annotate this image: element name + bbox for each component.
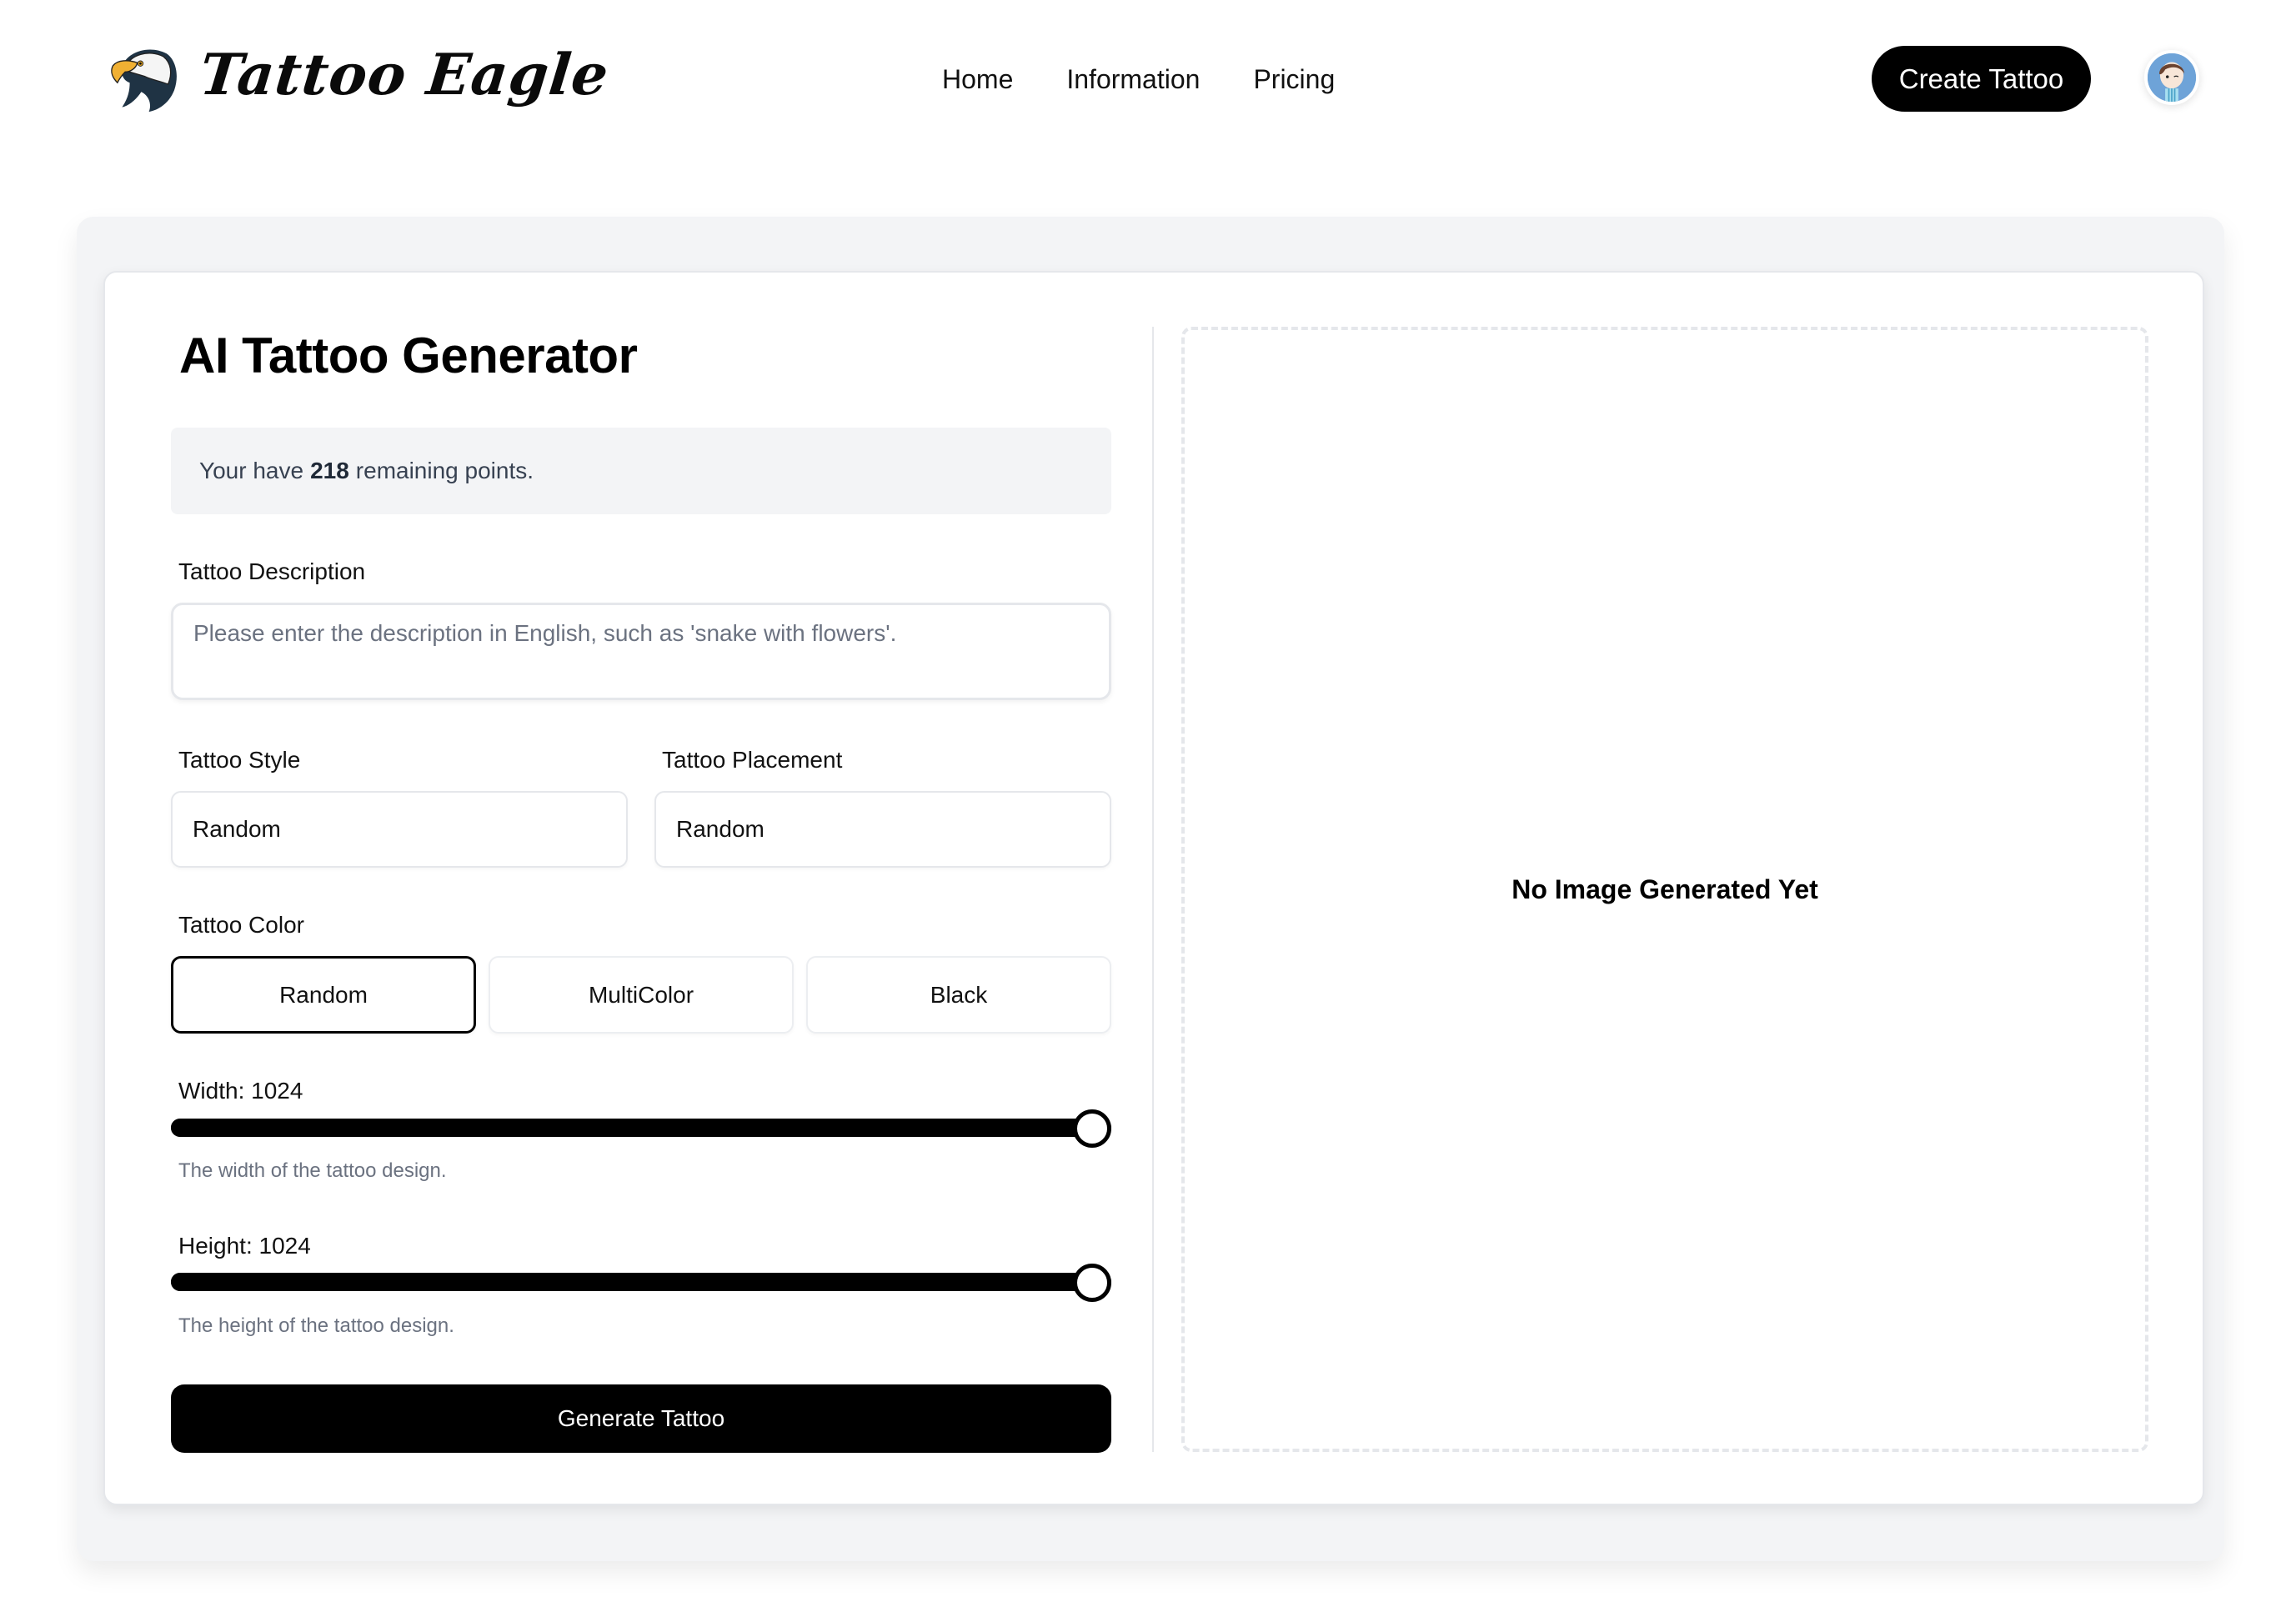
- points-prefix: Your have: [199, 458, 304, 483]
- width-slider-fill: [171, 1119, 1092, 1137]
- user-avatar[interactable]: [2144, 50, 2199, 105]
- width-hint: The width of the tattoo design.: [178, 1159, 447, 1182]
- brand-logo[interactable]: Tattoo Eagle: [107, 33, 613, 117]
- height-slider-thumb[interactable]: [1073, 1264, 1111, 1302]
- width-slider-thumb[interactable]: [1073, 1109, 1111, 1148]
- points-value: 218: [310, 458, 349, 483]
- width-slider[interactable]: [171, 1109, 1111, 1148]
- eagle-logo-icon: [111, 49, 177, 113]
- user-avatar-icon: [2148, 53, 2196, 102]
- points-banner: Your have 218 remaining points.: [171, 428, 1111, 514]
- panel-divider: [1152, 327, 1154, 1452]
- main-nav: Home Information Pricing: [942, 58, 1335, 100]
- description-label: Tattoo Description: [178, 558, 366, 584]
- nav-home[interactable]: Home: [942, 58, 1013, 100]
- style-select[interactable]: Random: [171, 791, 628, 868]
- generate-tattoo-button[interactable]: Generate Tattoo: [171, 1384, 1111, 1453]
- description-input[interactable]: [171, 603, 1111, 700]
- color-option-black[interactable]: Black: [806, 956, 1111, 1034]
- height-slider-fill: [171, 1273, 1092, 1291]
- empty-preview-text: No Image Generated Yet: [1511, 874, 1818, 904]
- height-hint: The height of the tattoo design.: [178, 1314, 454, 1337]
- nav-pricing[interactable]: Pricing: [1253, 58, 1335, 100]
- site-header: Tattoo Eagle Home Information Pricing Cr…: [0, 0, 2296, 158]
- brand-wordmark: Tattoo Eagle: [196, 42, 613, 108]
- image-preview-area: No Image Generated Yet: [1181, 327, 2148, 1452]
- width-label: Width: 1024: [178, 1078, 303, 1104]
- style-label: Tattoo Style: [178, 747, 301, 773]
- color-option-random[interactable]: Random: [171, 956, 476, 1034]
- placement-value: Random: [676, 816, 764, 842]
- page-title: AI Tattoo Generator: [179, 328, 638, 383]
- placement-label: Tattoo Placement: [662, 747, 843, 773]
- points-suffix: remaining points.: [355, 458, 534, 483]
- height-label: Height: 1024: [178, 1233, 311, 1259]
- height-slider[interactable]: [171, 1264, 1111, 1302]
- placement-select[interactable]: Random: [654, 791, 1111, 868]
- create-tattoo-button[interactable]: Create Tattoo: [1872, 46, 2091, 112]
- nav-information[interactable]: Information: [1066, 58, 1200, 100]
- color-label: Tattoo Color: [178, 912, 304, 938]
- color-option-multicolor[interactable]: MultiColor: [489, 956, 794, 1034]
- style-value: Random: [193, 816, 281, 842]
